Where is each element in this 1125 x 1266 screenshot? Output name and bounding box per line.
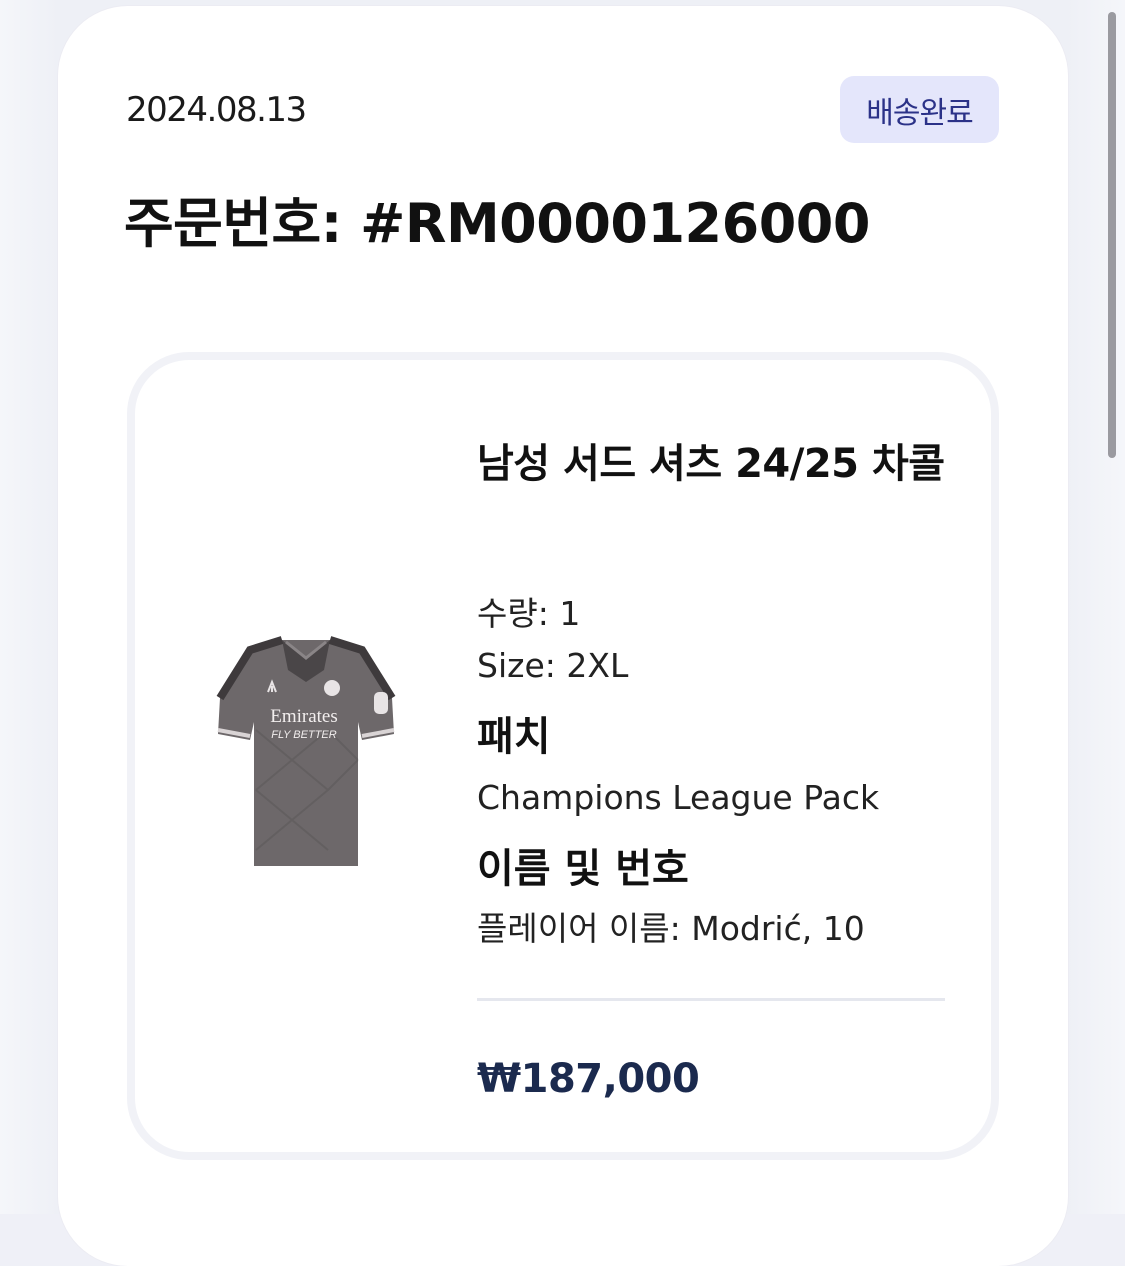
patch-value: Champions League Pack [477,778,880,817]
product-title[interactable]: 남성 서드 셔츠 24/25 차콜 [477,432,947,496]
size-text: Size: 2XL [477,646,629,685]
club-crest-icon [324,680,340,696]
price-text: ₩187,000 [477,1056,700,1102]
order-number: 주문번호: #RM0000126000 [124,192,870,255]
jersey-sponsor-text: Emirates [270,706,338,727]
jersey-sponsor-tagline: FLY BETTER [271,729,336,741]
player-name-text: 플레이어 이름: Modrić, 10 [477,909,865,948]
name-number-heading: 이름 및 번호 [477,846,689,892]
patch-heading: 패치 [477,714,551,760]
status-badge: 배송완료 [840,76,999,143]
order-date: 2024.08.13 [126,90,307,130]
product-image[interactable]: Emirates FLY BETTER [212,630,400,878]
quantity-text: 수량: 1 [477,594,581,633]
scrollbar-thumb[interactable] [1108,12,1116,458]
divider [477,998,945,1001]
